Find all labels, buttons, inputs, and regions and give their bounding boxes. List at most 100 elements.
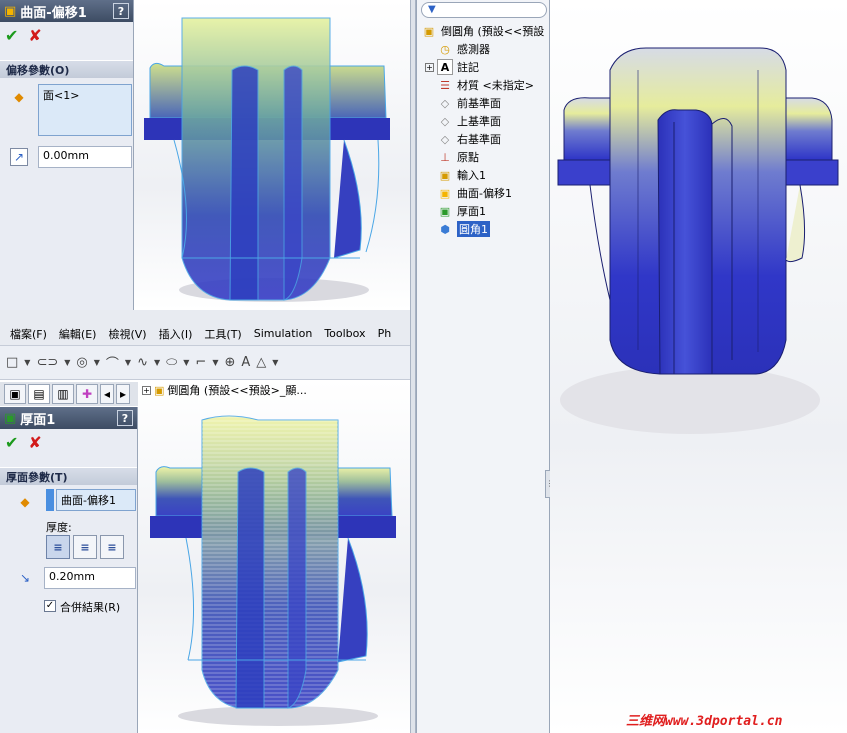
- thickness-input[interactable]: 0.20mm: [44, 567, 136, 589]
- fillet-icon: ⬢: [440, 222, 450, 236]
- tree-item-fillet[interactable]: ⬢ 圓角1: [437, 220, 490, 238]
- dropdown-arrow-icon[interactable]: ▼: [272, 358, 278, 367]
- ok-button[interactable]: ✔: [5, 26, 18, 45]
- tree-item-thicken[interactable]: ▣ 厚面1: [437, 202, 486, 220]
- help-button[interactable]: ?: [117, 410, 133, 426]
- expand-icon[interactable]: +: [425, 62, 434, 72]
- point-icon[interactable]: ⊕: [224, 355, 235, 370]
- tab-scroll-left[interactable]: ◂: [100, 384, 114, 404]
- window-top-strip: [0, 310, 410, 322]
- thicken-both-button[interactable]: ≡: [100, 535, 124, 559]
- model-fillet: [557, 47, 839, 434]
- thickness-t1-icon: ↘: [19, 571, 31, 585]
- material-icon: ☰: [440, 78, 450, 92]
- tree-item-right-plane[interactable]: ◇ 右基準面: [437, 130, 501, 148]
- menu-simulation[interactable]: Simulation: [254, 327, 313, 340]
- surface-selection-box[interactable]: 曲面-偏移1: [56, 489, 136, 511]
- annotation-icon: A: [437, 59, 453, 75]
- sensor-icon: ◷: [440, 42, 450, 56]
- plane-icon: ◇: [440, 114, 450, 128]
- thicken-icon: ▣: [4, 410, 17, 426]
- dropdown-arrow-icon[interactable]: ▼: [64, 358, 70, 367]
- tree-item-origin[interactable]: ⊥ 原點: [437, 148, 479, 166]
- distance-icon: ↗: [10, 148, 28, 166]
- graphics-area-main[interactable]: 三维网www.3dportal.cn: [550, 0, 847, 733]
- thicken-property-manager: ▣ 厚面1 ? ✔ ✘ 厚面參數(T) ◆ 曲面-偏移1 厚度: ≡ ≡ ≡ ↘…: [0, 407, 138, 733]
- tree-root[interactable]: ▣ 倒圓角 (預設<<預設: [421, 22, 544, 40]
- pm-title-bar: ▣ 厚面1 ?: [0, 407, 137, 429]
- ok-button[interactable]: ✔: [5, 433, 18, 452]
- graphics-area-top[interactable]: [134, 0, 410, 310]
- tree-item-material[interactable]: ☰ 材質 <未指定>: [437, 76, 534, 94]
- rectangle-icon[interactable]: □: [6, 355, 18, 370]
- menu-tools[interactable]: 工具(T): [204, 326, 241, 342]
- pm-title: 曲面-偏移1: [20, 5, 87, 21]
- model-thicken: [150, 415, 396, 726]
- menu-toolbox[interactable]: Toolbox: [324, 327, 365, 340]
- dropdown-arrow-icon[interactable]: ▼: [125, 358, 131, 367]
- menu-edit[interactable]: 編輯(E): [59, 326, 97, 342]
- surface-select-icon: ◆: [20, 495, 30, 509]
- circle-icon[interactable]: ◎: [76, 355, 87, 370]
- triangle-icon[interactable]: △: [256, 355, 266, 370]
- arc-icon[interactable]: ⌒: [106, 353, 119, 372]
- tree-item-annotations[interactable]: + A 註記: [425, 58, 479, 76]
- merge-result-label[interactable]: 合併結果(R): [60, 599, 120, 615]
- part-icon: ▣: [423, 24, 435, 38]
- group-title[interactable]: 厚面參數(T): [0, 467, 137, 485]
- menu-bar: 檔案(F) 編輯(E) 檢視(V) 插入(I) 工具(T) Simulation…: [0, 322, 410, 346]
- tree-filter-box[interactable]: ▼: [421, 2, 547, 18]
- group-title[interactable]: 偏移參數(O): [0, 60, 133, 78]
- import-icon: ▣: [439, 168, 451, 182]
- origin-icon: ⊥: [440, 150, 450, 164]
- thickness-label: 厚度:: [46, 521, 72, 534]
- menu-photoview[interactable]: Ph: [378, 327, 392, 340]
- filter-icon[interactable]: ▼: [428, 4, 436, 15]
- tree-item-front-plane[interactable]: ◇ 前基準面: [437, 94, 501, 112]
- tree-item-import[interactable]: ▣ 輸入1: [437, 166, 486, 184]
- slot-icon[interactable]: ⊂⊃: [36, 355, 58, 370]
- merge-result-checkbox[interactable]: ✓: [44, 600, 56, 612]
- dropdown-arrow-icon[interactable]: ▼: [94, 358, 100, 367]
- dropdown-arrow-icon[interactable]: ▼: [154, 358, 160, 367]
- manager-tabs: ▣ ▤ ▥ ✚ ◂ ▸: [0, 382, 138, 406]
- menu-view[interactable]: 檢視(V): [108, 326, 146, 342]
- offset-surface-icon: ▣: [4, 3, 17, 19]
- tab-property-manager[interactable]: ▤: [28, 384, 50, 404]
- offset-distance-input[interactable]: 0.00mm: [38, 146, 132, 168]
- menu-file[interactable]: 檔案(F): [10, 326, 47, 342]
- face-select-icon: ◆: [14, 90, 24, 104]
- text-icon[interactable]: A: [241, 355, 250, 370]
- thicken-side1-button[interactable]: ≡: [46, 535, 70, 559]
- thicken-icon: ▣: [439, 204, 451, 218]
- fillet-sketch-icon[interactable]: ⌐: [195, 355, 206, 370]
- ellipse-icon[interactable]: ⬭: [166, 355, 177, 370]
- cancel-button[interactable]: ✘: [28, 433, 41, 452]
- tree-item-sensors[interactable]: ◷ 感測器: [437, 40, 490, 58]
- graphics-area-bottom[interactable]: + ▣ 倒圓角 (預設<<預設>_顯...: [138, 380, 410, 733]
- menu-insert[interactable]: 插入(I): [159, 326, 193, 342]
- tab-configuration[interactable]: ▥: [52, 384, 74, 404]
- pm-title-bar: ▣ 曲面-偏移1 ?: [0, 0, 133, 22]
- plane-icon: ◇: [440, 132, 450, 146]
- cancel-button[interactable]: ✘: [28, 26, 41, 45]
- offset-property-manager: ▣ 曲面-偏移1 ? ✔ ✘ 偏移參數(O) ◆ 面<1> ↗ 0.00mm: [0, 0, 134, 310]
- watermark: 三维网www.3dportal.cn: [626, 714, 783, 729]
- tab-feature-manager[interactable]: ▣: [4, 384, 26, 404]
- sketch-toolbar: □ ▼ ⊂⊃ ▼ ◎ ▼ ⌒ ▼ ∿ ▼ ⬭ ▼ ⌐ ▼ ⊕ A △ ▼: [0, 346, 410, 380]
- selection-color-swatch: [46, 489, 54, 511]
- tab-dim-expert[interactable]: ✚: [76, 384, 98, 404]
- thicken-side2-button[interactable]: ≡: [73, 535, 97, 559]
- spline-icon[interactable]: ∿: [137, 355, 148, 370]
- dropdown-arrow-icon[interactable]: ▼: [24, 358, 30, 367]
- face-selection-box[interactable]: 面<1>: [38, 84, 132, 136]
- dropdown-arrow-icon[interactable]: ▼: [183, 358, 189, 367]
- tab-scroll-right[interactable]: ▸: [116, 384, 130, 404]
- help-button[interactable]: ?: [113, 3, 129, 19]
- tree-item-offset-surface[interactable]: ▣ 曲面-偏移1: [437, 184, 512, 202]
- offset-surface-icon: ▣: [439, 186, 451, 200]
- tree-item-top-plane[interactable]: ◇ 上基準面: [437, 112, 501, 130]
- tree-root-label: 倒圓角 (預設<<預設: [441, 25, 545, 38]
- feature-manager-tree: ▼ ▣ 倒圓角 (預設<<預設 ◷ 感測器 + A 註記 ☰ 材質 <未指定> …: [416, 0, 554, 733]
- dropdown-arrow-icon[interactable]: ▼: [212, 358, 218, 367]
